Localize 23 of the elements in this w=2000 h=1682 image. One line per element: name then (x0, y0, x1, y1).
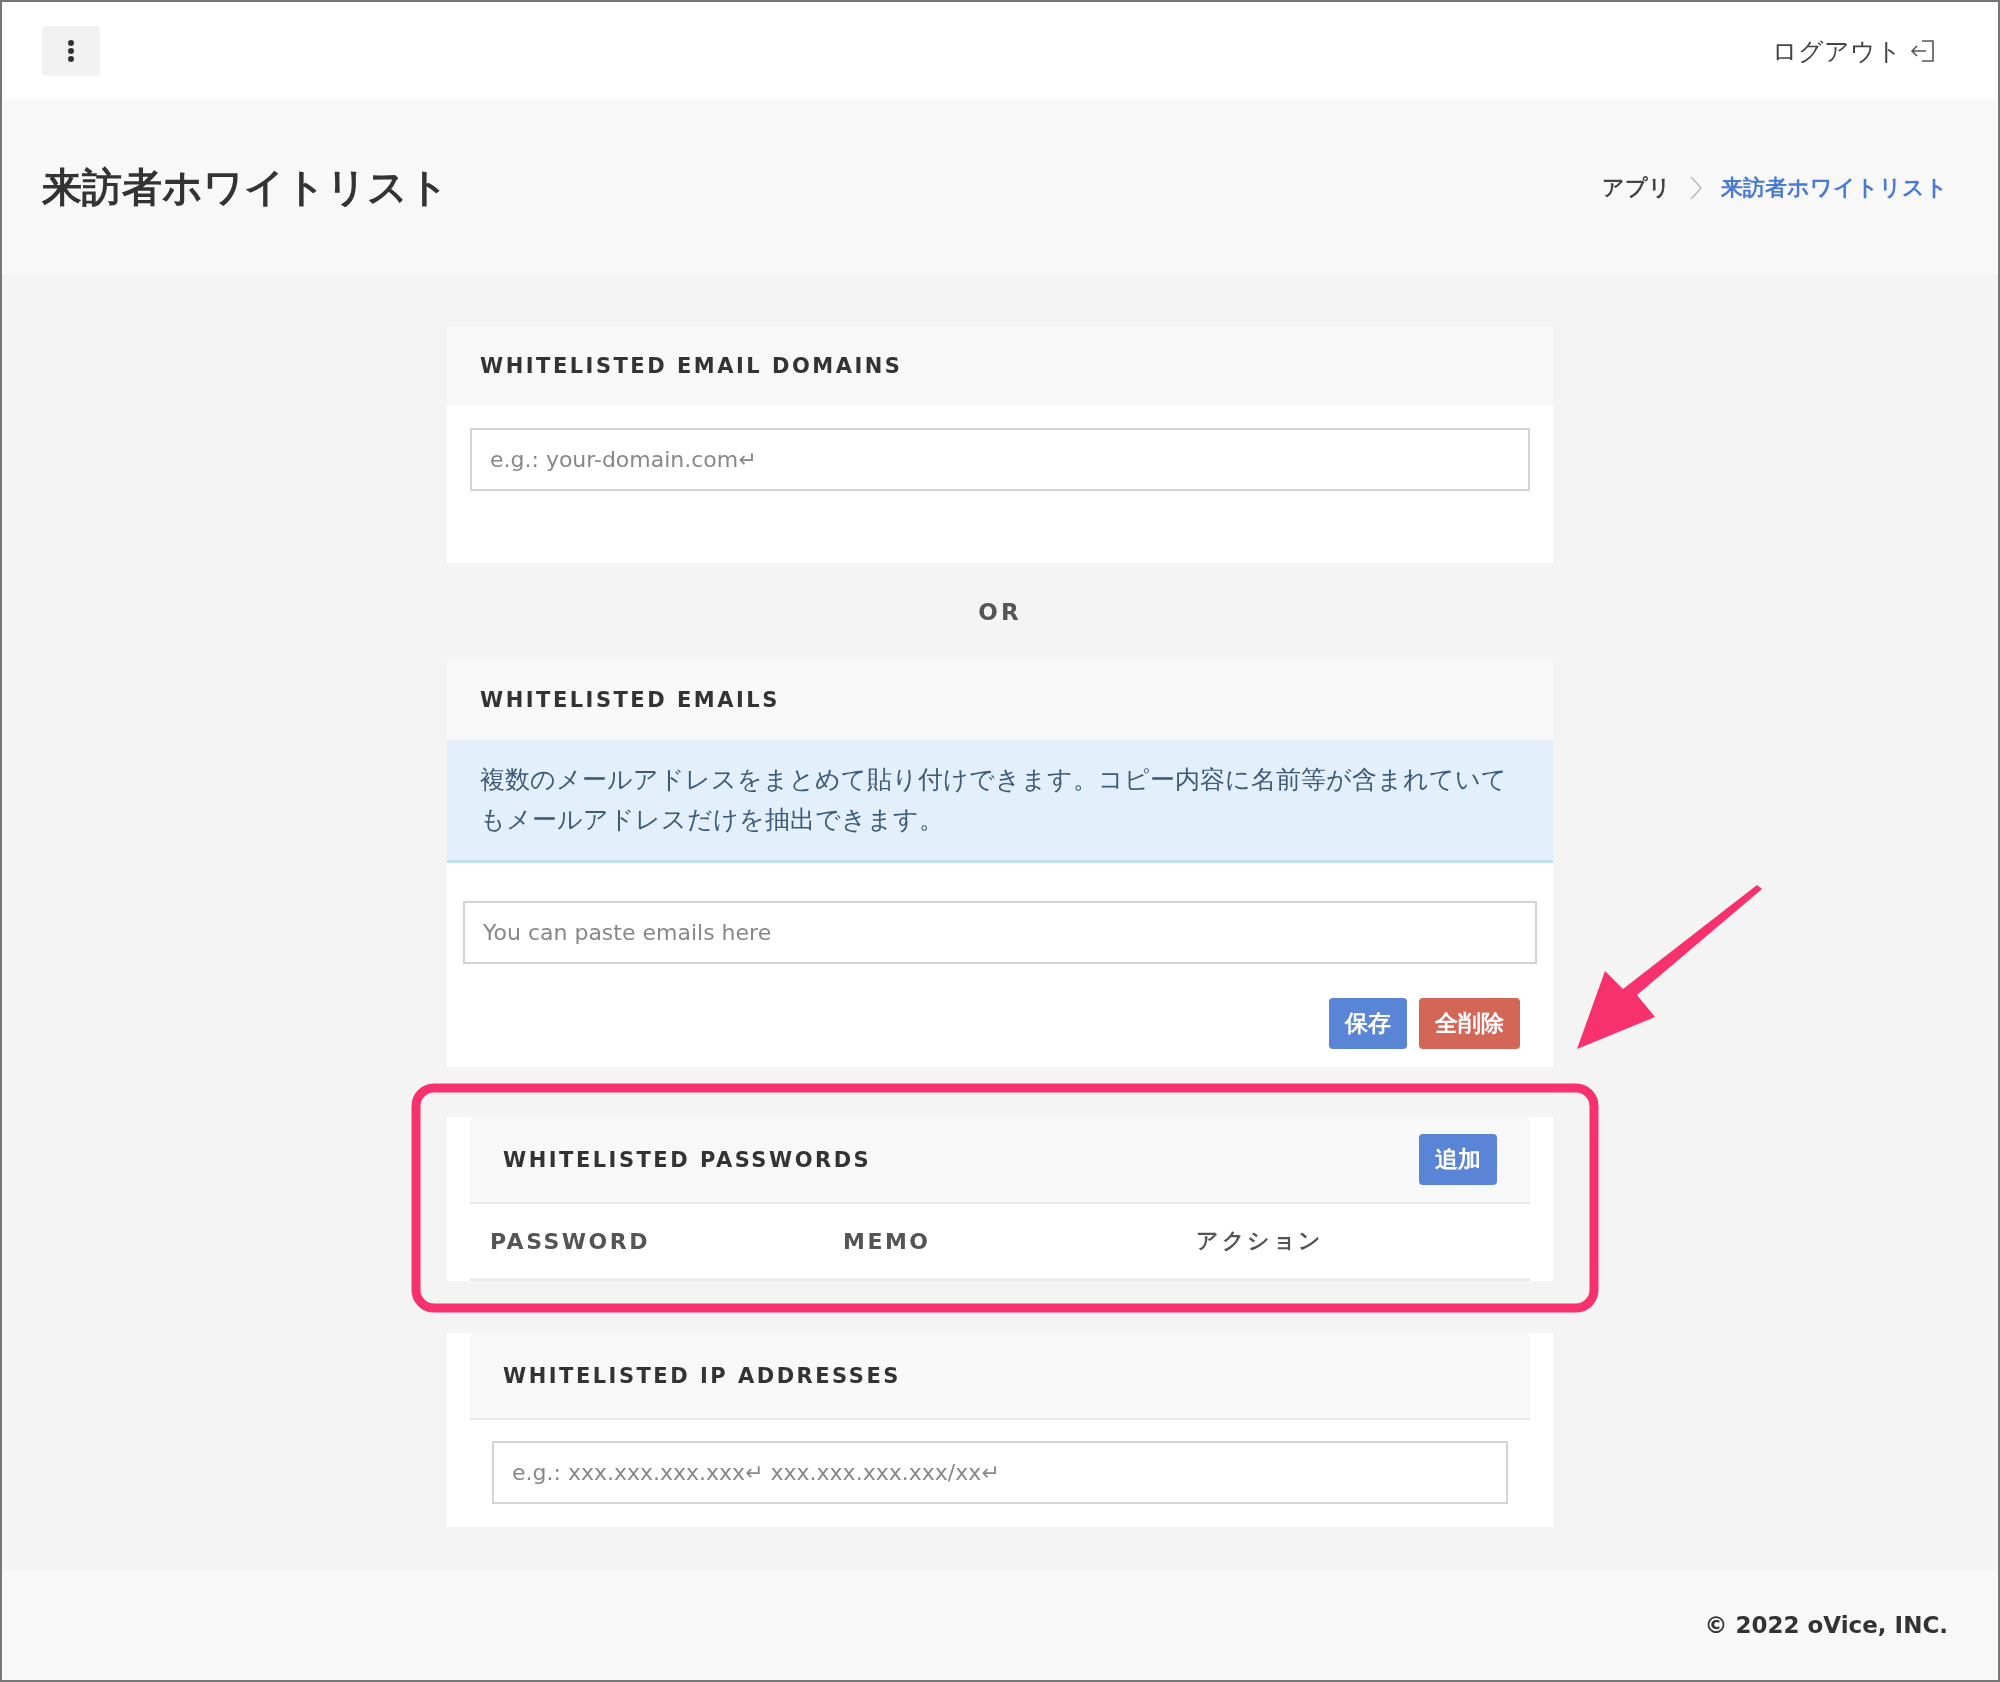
logout-button[interactable]: ログアウト (1772, 34, 1938, 68)
add-button[interactable]: 追加 (1419, 1134, 1497, 1185)
input-field[interactable]: You can paste emails here (463, 901, 1537, 964)
action-button[interactable]: 保存 (1329, 998, 1407, 1049)
breadcrumb-link[interactable]: 来訪者ホワイトリスト (1721, 172, 1948, 203)
or-separator: OR (978, 597, 1022, 627)
section-title: WHITELISTED IP ADDRESSES (503, 1363, 901, 1388)
section-title: WHITELISTED EMAIL DOMAINS (480, 354, 903, 378)
info-notice: 複数のメールアドレスをまとめて貼り付けできます。コピー内容に名前等が含まれていてもメールアドレスだけを抽出できます。 (447, 740, 1553, 863)
menu-icon (67, 39, 75, 63)
action-button[interactable]: 全削除 (1419, 998, 1520, 1049)
chevron-right-icon (1689, 174, 1703, 201)
input-field[interactable]: e.g.: xxx.xxx.xxx.xxx↵ xxx.xxx.xxx.xxx/xx↵ (492, 1441, 1508, 1504)
section-title: WHITELISTED EMAILS (480, 688, 780, 712)
column-header: PASSWORD (490, 1228, 650, 1254)
breadcrumb-link[interactable]: アプリ (1602, 172, 1671, 203)
copyright-text: © 2022 oVice, INC. (1704, 1612, 1948, 1638)
input-field[interactable]: e.g.: your-domain.com↵ (470, 428, 1530, 491)
column-header: アクション (1196, 1227, 1324, 1255)
column-header: MEMO (843, 1228, 931, 1254)
section-title: WHITELISTED PASSWORDS (503, 1147, 872, 1172)
page-title: 来訪者ホワイトリスト (42, 163, 449, 212)
menu-button[interactable] (42, 26, 100, 76)
